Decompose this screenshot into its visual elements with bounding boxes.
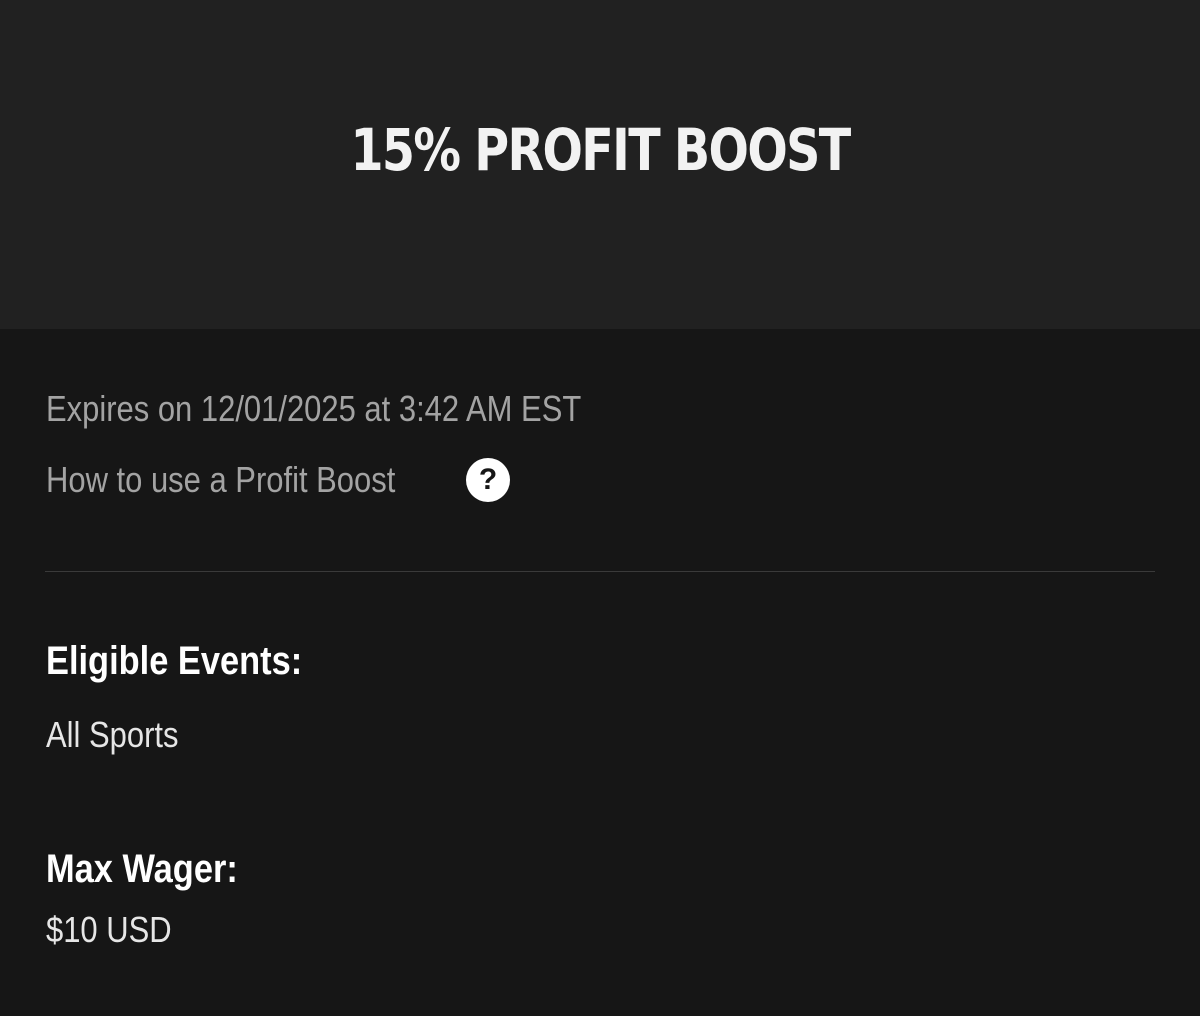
how-to-use-label: How to use a Profit Boost: [46, 459, 396, 500]
question-circle-icon[interactable]: ?: [466, 458, 510, 502]
profit-boost-page: 15% PROFIT BOOST Expires on 12/01/2025 a…: [0, 0, 1200, 1016]
max-wager-label: Max Wager:: [46, 847, 238, 891]
how-to-use-link[interactable]: How to use a Profit Boost ?: [46, 457, 510, 503]
promo-details: Expires on 12/01/2025 at 3:42 AM EST How…: [0, 329, 1200, 1016]
section-divider: [45, 571, 1155, 572]
promo-title: 15% PROFIT BOOST: [350, 116, 851, 184]
eligible-events-value: All Sports: [46, 714, 179, 755]
expiry-text: Expires on 12/01/2025 at 3:42 AM EST: [46, 388, 582, 429]
max-wager-value: $10 USD: [46, 909, 172, 950]
eligible-events-label: Eligible Events:: [46, 639, 303, 683]
promo-header: 15% PROFIT BOOST: [0, 0, 1200, 329]
